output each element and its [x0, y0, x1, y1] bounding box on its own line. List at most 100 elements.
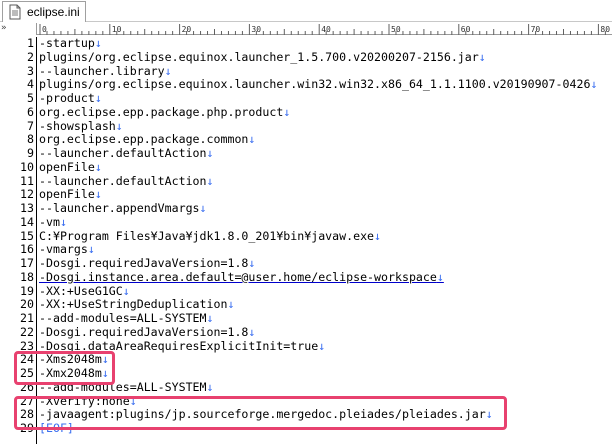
line-text: -Dosgi.requiredJavaVersion=1.8↓ [39, 324, 256, 340]
editor-line: 8 org.eclipse.epp.package.common↓ [0, 132, 612, 147]
editor-line: 16 -vmargs↓ [0, 242, 612, 257]
editor-line: 11 --launcher.defaultAction↓ [0, 173, 612, 189]
line-content: -Dosgi.instance.area.default=@user.home/… [39, 269, 437, 284]
newline-marker: ↓ [94, 159, 102, 174]
newline-marker: ↓ [206, 173, 214, 188]
editor-line: 5 -product↓ [0, 91, 612, 106]
line-content: -product [39, 91, 95, 105]
editor-line: 12 openFile↓ [0, 187, 612, 202]
highlight-box-xms-xmx [14, 351, 115, 385]
line-content: --add-modules=ALL-SYSTEM [39, 311, 207, 325]
document-icon [7, 4, 23, 20]
line-text: -Dosgi.requiredJavaVersion=1.8↓ [39, 256, 256, 271]
tab-bar: eclipse.ini [0, 0, 612, 22]
newline-marker: ↓ [436, 269, 444, 284]
line-number: 15 [20, 228, 34, 243]
line-content: -vm [39, 214, 60, 229]
line-text: org.eclipse.epp.package.common↓ [39, 132, 255, 147]
newline-marker: ↓ [248, 256, 256, 270]
line-text: org.eclipse.epp.package.php.product↓ [39, 104, 290, 120]
editor-line: 18 -Dosgi.instance.area.default=@user.hom… [0, 269, 612, 285]
newline-marker: ↓ [374, 228, 382, 243]
tab-label: eclipse.ini [27, 5, 80, 19]
line-number: 22 [20, 324, 34, 339]
line-content: --launcher.defaultAction [39, 146, 207, 160]
ruler-label: 50 [391, 25, 401, 34]
ruler-label: 0 [42, 25, 47, 34]
line-text: --launcher.defaultAction↓ [39, 146, 214, 161]
line-text: --add-modules=ALL-SYSTEM↓ [39, 311, 214, 326]
newline-marker: ↓ [94, 36, 102, 50]
editor-line: 19 -XX:+UseG1GC↓ [0, 283, 612, 299]
line-content: -Dosgi.requiredJavaVersion=1.8 [39, 324, 249, 339]
line-number: 16 [20, 242, 34, 257]
editor-line: 7 -showsplash↓ [0, 118, 612, 134]
line-content: -showsplash [39, 118, 116, 133]
editor-line: 2 plugins/org.eclipse.equinox.launcher_1.… [0, 49, 612, 65]
editor-line: 15 C:¥Program Files¥Java¥jdk1.8.0_201¥bin… [0, 228, 612, 244]
line-number: 17 [20, 256, 34, 270]
line-text: openFile↓ [39, 159, 102, 175]
newline-marker: ↓ [87, 242, 95, 257]
ruler-label: 70 [531, 25, 541, 34]
line-content: --launcher.defaultAction [39, 173, 207, 188]
line-text: plugins/org.eclipse.equinox.launcher_1.5… [39, 49, 486, 65]
newline-marker: ↓ [206, 311, 214, 325]
line-content: plugins/org.eclipse.equinox.launcher_1.5… [39, 49, 479, 64]
line-number: 2 [27, 49, 34, 64]
line-text: --launcher.library↓ [39, 63, 172, 79]
gutter-marker: » [1, 23, 7, 33]
editor-line: 21 --add-modules=ALL-SYSTEM↓ [0, 311, 612, 326]
newline-marker: ↓ [122, 283, 130, 298]
gutter-header: » [0, 22, 36, 36]
line-number: 21 [20, 311, 34, 325]
line-content: -vmargs [39, 242, 88, 257]
line-number: 9 [27, 146, 34, 160]
newline-marker: ↓ [206, 146, 214, 160]
newline-marker: ↓ [227, 297, 235, 312]
line-number: 6 [27, 104, 34, 119]
line-number: 8 [27, 132, 34, 147]
editor-line: 14 -vm↓ [0, 214, 612, 230]
line-content: -XX:+UseG1GC [39, 283, 123, 298]
line-content: plugins/org.eclipse.equinox.launcher.win… [39, 77, 591, 92]
editor-line: 4 plugins/org.eclipse.equinox.launcher.wi… [0, 77, 612, 92]
ruler-label: 80 [600, 25, 610, 34]
editor-line: 22 -Dosgi.requiredJavaVersion=1.8↓ [0, 324, 612, 340]
line-number: 10 [20, 159, 34, 174]
line-number: 4 [27, 77, 34, 92]
line-text: --launcher.appendVmargs↓ [39, 201, 207, 216]
tab-eclipse-ini[interactable]: eclipse.ini [2, 1, 86, 22]
line-number: 5 [27, 91, 34, 105]
ruler-label: 60 [461, 25, 471, 34]
line-number: 18 [20, 269, 34, 284]
editor-line: 1 -startup↓ [0, 36, 612, 51]
line-text: -startup↓ [39, 36, 102, 51]
line-text: -vm↓ [39, 214, 67, 230]
newline-marker: ↓ [206, 379, 214, 394]
ruler-label: 40 [321, 25, 331, 34]
line-text: plugins/org.eclipse.equinox.launcher.win… [39, 77, 598, 92]
line-text: -vmargs↓ [39, 242, 95, 257]
newline-marker: ↓ [248, 324, 256, 339]
line-content: C:¥Program Files¥Java¥jdk1.8.0_201¥bin¥j… [39, 228, 375, 243]
line-text: openFile↓ [39, 187, 102, 202]
line-text: -XX:+UseStringDeduplication↓ [39, 297, 235, 312]
newline-marker: ↓ [164, 63, 172, 78]
ruler-label: 10 [112, 25, 122, 34]
newline-marker: ↓ [94, 91, 102, 105]
newline-marker: ↓ [115, 118, 123, 133]
line-content: -Dosgi.requiredJavaVersion=1.8 [39, 256, 249, 270]
line-number: 1 [27, 36, 34, 50]
line-number: 14 [20, 214, 34, 229]
line-content: org.eclipse.epp.package.php.product [39, 104, 284, 119]
editor-line: 9 --launcher.defaultAction↓ [0, 146, 612, 161]
newline-marker: ↓ [590, 77, 598, 92]
newline-marker: ↓ [318, 338, 326, 353]
line-text: C:¥Program Files¥Java¥jdk1.8.0_201¥bin¥j… [39, 228, 382, 244]
ruler-label: 30 [251, 25, 261, 34]
editor-line: 17 -Dosgi.requiredJavaVersion=1.8↓ [0, 256, 612, 271]
line-number: 3 [27, 63, 34, 78]
ruler-ticks: 0 10 20 30 40 50 60 70 80 [39, 24, 610, 35]
line-content: -startup [39, 36, 95, 50]
